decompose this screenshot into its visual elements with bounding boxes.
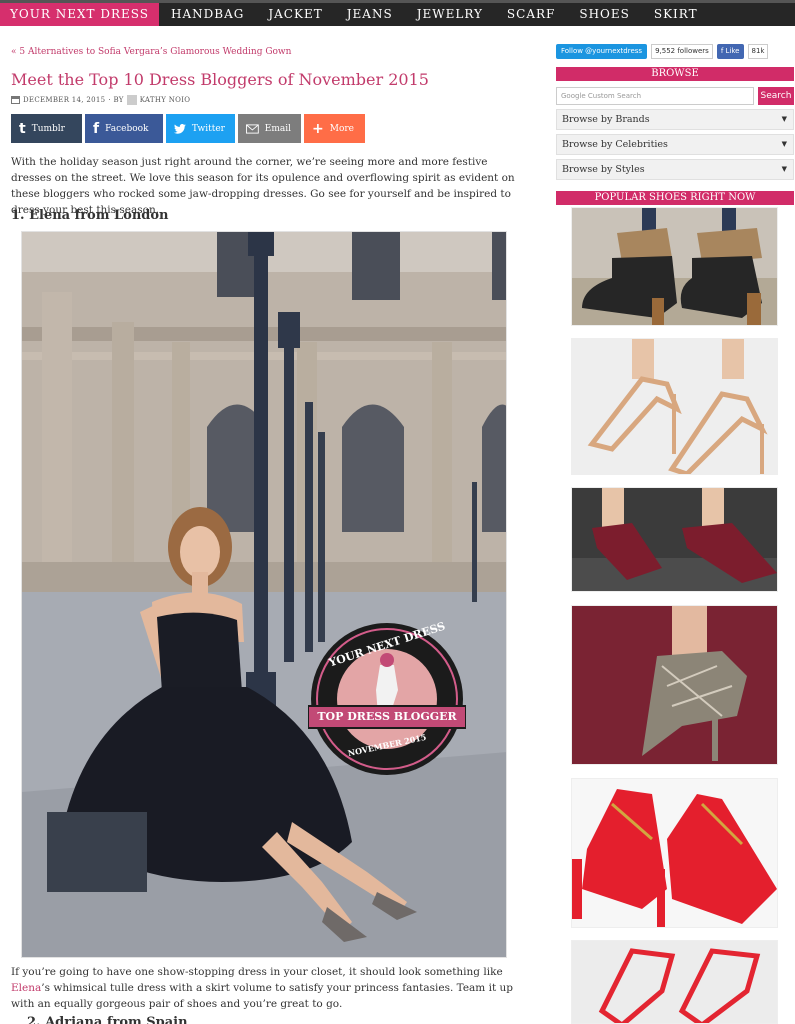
post-meta: DECEMBER 14, 2015 · BY KATHY NOIO	[11, 95, 190, 105]
dropdown-arrow-icon: ▼	[781, 165, 787, 173]
browse-by-styles-label: Browse by Styles	[562, 164, 645, 175]
post-title[interactable]: Meet the Top 10 Dress Bloggers of Novemb…	[11, 70, 429, 89]
previous-post-link[interactable]: « 5 Alternatives to Sofia Vergara’s Glam…	[11, 47, 291, 57]
twitter-follow-button[interactable]: Follow @yournextdress	[556, 43, 648, 59]
share-facebook-button[interactable]: f Facebook	[85, 114, 163, 143]
browse-by-celebrities-label: Browse by Celebrities	[562, 139, 668, 150]
popular-shoes-heading: POPULAR SHOES RIGHT NOW	[556, 191, 794, 205]
shoe-thumbnail-3[interactable]	[571, 487, 778, 592]
calendar-icon	[11, 96, 20, 104]
search-input[interactable]: Google Custom Search	[556, 87, 754, 105]
elena-link[interactable]: Elena	[11, 982, 41, 994]
sidebar: Follow @yournextdress 9,552 followers f …	[556, 43, 794, 205]
share-twitter-label: Twitter	[191, 123, 225, 134]
nav-item-shoes[interactable]: SHOES	[567, 3, 642, 26]
share-facebook-label: Facebook	[105, 123, 149, 134]
plus-icon: +	[312, 120, 324, 137]
shoe-image-red-platforms	[572, 779, 777, 927]
facebook-like-count: 81k	[747, 43, 769, 59]
browse-by-styles-select[interactable]: Browse by Styles ▼	[556, 159, 794, 180]
search-button[interactable]: Search	[758, 87, 794, 105]
caption-text-after: ’s whimsical tulle dress with a skirt vo…	[11, 982, 513, 1010]
nav-item-skirt[interactable]: SKIRT	[642, 3, 710, 26]
share-more-label: More	[329, 123, 354, 134]
social-buttons: Follow @yournextdress 9,552 followers f …	[556, 43, 794, 59]
custom-search: Google Custom Search Search	[556, 87, 794, 105]
section-heading-2: 2. Adriana from Spain	[27, 1015, 188, 1024]
facebook-like-label: Like	[725, 46, 740, 55]
shoe-thumbnail-1[interactable]	[571, 207, 778, 326]
shoe-image-burgundy-pumps	[572, 488, 777, 591]
share-tumblr-label: Tumblr	[31, 123, 65, 134]
shoe-image-red-strappy-heels	[572, 941, 777, 1023]
browse-by-brands-label: Browse by Brands	[562, 114, 650, 125]
shoe-thumbnail-4[interactable]	[571, 605, 778, 765]
section-heading-1: 1. Elena from London	[11, 208, 169, 223]
facebook-icon: f	[93, 120, 100, 137]
author-avatar	[126, 95, 137, 105]
post-author[interactable]: KATHY NOIO	[140, 96, 191, 104]
twitter-bird-icon	[174, 123, 186, 134]
blogger-photo[interactable]: YOUR NEXT DRESS TOP DRESS BLOGGER NOVEMB…	[21, 231, 507, 958]
google-logo: Google	[561, 92, 586, 100]
caption-text-before: If you’re going to have one show-stoppin…	[11, 966, 503, 978]
envelope-icon	[246, 123, 259, 134]
nav-brand-link[interactable]: YOUR NEXT DRESS	[0, 3, 159, 26]
nav-item-jacket[interactable]: JACKET	[256, 3, 334, 26]
share-bar: t Tumblr f Facebook Twitter Email + More	[11, 114, 365, 143]
browse-by-brands-select[interactable]: Browse by Brands ▼	[556, 109, 794, 130]
badge-ribbon-text: TOP DRESS BLOGGER	[317, 710, 457, 723]
post-date: DECEMBER 14, 2015	[23, 96, 106, 104]
share-email-button[interactable]: Email	[238, 114, 301, 143]
share-email-label: Email	[264, 123, 291, 134]
post-by: · BY	[108, 96, 124, 104]
blogger-photo-illustration	[22, 232, 506, 957]
browse-by-celebrities-select[interactable]: Browse by Celebrities ▼	[556, 134, 794, 155]
share-tumblr-button[interactable]: t Tumblr	[11, 114, 82, 143]
twitter-followers-count: 9,552 followers	[651, 43, 713, 59]
nav-item-handbag[interactable]: HANDBAG	[159, 3, 256, 26]
tumblr-icon: t	[19, 120, 26, 137]
search-placeholder: Custom Search	[587, 92, 642, 100]
nav-item-jeans[interactable]: JEANS	[335, 3, 405, 26]
share-more-button[interactable]: + More	[304, 114, 365, 143]
shoe-image-lace-up-heels	[572, 606, 777, 764]
shoe-thumbnail-2[interactable]	[571, 338, 778, 475]
dropdown-arrow-icon: ▼	[781, 140, 787, 148]
top-dress-blogger-badge: YOUR NEXT DRESS TOP DRESS BLOGGER NOVEMB…	[307, 620, 467, 778]
share-twitter-button[interactable]: Twitter	[166, 114, 235, 143]
shoe-image-boots	[572, 208, 777, 325]
shoe-image-cage-heels	[572, 339, 777, 474]
browse-heading: BROWSE	[556, 67, 794, 81]
nav-item-scarf[interactable]: SCARF	[495, 3, 567, 26]
shoe-thumbnail-5[interactable]	[571, 778, 778, 928]
shoe-thumbnail-6[interactable]	[571, 940, 778, 1024]
caption-paragraph: If you’re going to have one show-stoppin…	[11, 964, 523, 1012]
nav-item-jewelry[interactable]: JEWELRY	[405, 3, 495, 26]
facebook-like-button[interactable]: f Like	[716, 43, 744, 59]
dropdown-arrow-icon: ▼	[781, 115, 787, 123]
top-navigation: YOUR NEXT DRESS HANDBAG JACKET JEANS JEW…	[0, 0, 795, 26]
